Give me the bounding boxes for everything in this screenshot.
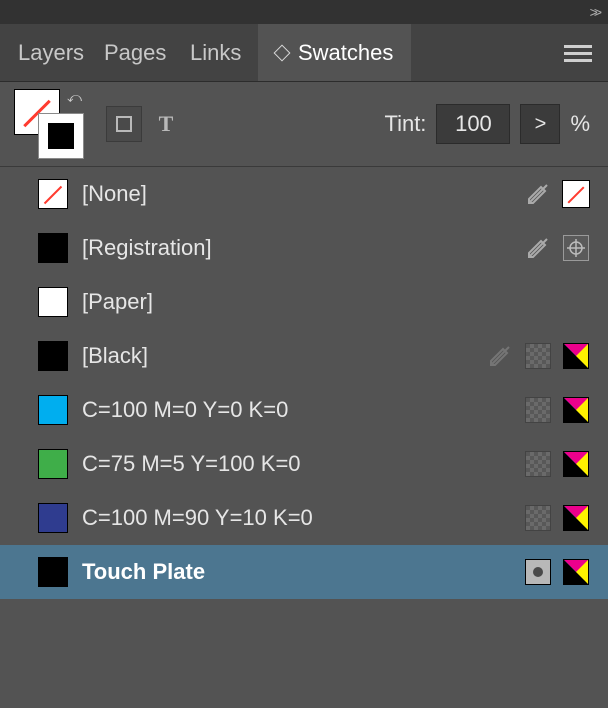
panel-tabs: Layers Pages Links Swatches xyxy=(0,24,608,82)
no-edit-icon xyxy=(486,342,514,370)
swatch-chip xyxy=(38,503,68,533)
swatch-chip xyxy=(38,341,68,371)
container-icon xyxy=(116,116,132,132)
type-icon: T xyxy=(159,111,174,137)
swap-fill-stroke-icon[interactable]: ⤺ xyxy=(67,89,82,106)
global-icon xyxy=(524,504,552,532)
cmyk-icon xyxy=(562,450,590,478)
swatch-row-black[interactable]: [Black] xyxy=(0,329,608,383)
panel-empty-area xyxy=(0,599,608,708)
cmyk-icon xyxy=(562,342,590,370)
swatch-name: C=100 M=90 Y=10 K=0 xyxy=(82,505,510,531)
swatch-name: C=75 M=5 Y=100 K=0 xyxy=(82,451,510,477)
swatch-chip xyxy=(38,449,68,479)
no-edit-icon xyxy=(524,234,552,262)
swatches-diamond-icon xyxy=(274,44,291,61)
swatch-chip xyxy=(38,233,68,263)
stroke-proxy[interactable] xyxy=(38,113,84,159)
tab-swatches[interactable]: Swatches xyxy=(258,24,411,81)
formatting-container-button[interactable] xyxy=(106,106,142,142)
cmyk-icon xyxy=(562,558,590,586)
swatch-row-registration[interactable]: [Registration] xyxy=(0,221,608,275)
tab-layers[interactable]: Layers xyxy=(0,24,86,81)
swatch-name: Touch Plate xyxy=(82,559,510,585)
spot-color-icon xyxy=(524,558,552,586)
swatch-name: [Black] xyxy=(82,343,472,369)
global-icon xyxy=(524,396,552,424)
tint-control: Tint: > % xyxy=(384,104,590,144)
swatch-row-blue[interactable]: C=100 M=90 Y=10 K=0 xyxy=(0,491,608,545)
swatch-name: [None] xyxy=(82,181,510,207)
swatch-name: C=100 M=0 Y=0 K=0 xyxy=(82,397,510,423)
swatch-chip xyxy=(38,179,68,209)
hamburger-icon xyxy=(564,43,592,63)
panel-top-strip: >> xyxy=(0,0,608,24)
swatch-row-none[interactable]: [None] xyxy=(0,167,608,221)
swatch-row-paper[interactable]: [Paper] xyxy=(0,275,608,329)
swatch-chip xyxy=(38,395,68,425)
tab-pages[interactable]: Pages xyxy=(86,24,172,81)
swatch-row-cyan[interactable]: C=100 M=0 Y=0 K=0 xyxy=(0,383,608,437)
swatches-panel: >> Layers Pages Links Swatches ⤺ T Tint:… xyxy=(0,0,608,708)
cmyk-icon xyxy=(562,396,590,424)
swatches-toolbar: ⤺ T Tint: > % xyxy=(0,82,608,166)
registration-icon xyxy=(562,234,590,262)
swatch-list: [None] [Registration] [Paper] [Black] xyxy=(0,166,608,599)
swatch-row-touch-plate[interactable]: Touch Plate xyxy=(0,545,608,599)
tint-stepper[interactable]: > xyxy=(520,104,560,144)
fill-stroke-proxy[interactable]: ⤺ xyxy=(14,89,84,159)
tab-links[interactable]: Links xyxy=(172,24,258,81)
no-edit-icon xyxy=(524,180,552,208)
cmyk-icon xyxy=(562,504,590,532)
swatch-name: [Paper] xyxy=(82,289,590,315)
swatch-chip xyxy=(38,287,68,317)
tint-label: Tint: xyxy=(384,111,426,137)
global-icon xyxy=(524,342,552,370)
collapse-chevrons-icon[interactable]: >> xyxy=(590,4,598,20)
swatch-row-green[interactable]: C=75 M=5 Y=100 K=0 xyxy=(0,437,608,491)
panel-menu-button[interactable] xyxy=(548,24,608,81)
percent-label: % xyxy=(570,111,590,137)
swatch-chip xyxy=(38,557,68,587)
global-icon xyxy=(524,450,552,478)
swatch-type-none-icon xyxy=(562,180,590,208)
tint-input[interactable] xyxy=(436,104,510,144)
swatch-name: [Registration] xyxy=(82,235,510,261)
formatting-text-button[interactable]: T xyxy=(148,106,184,142)
